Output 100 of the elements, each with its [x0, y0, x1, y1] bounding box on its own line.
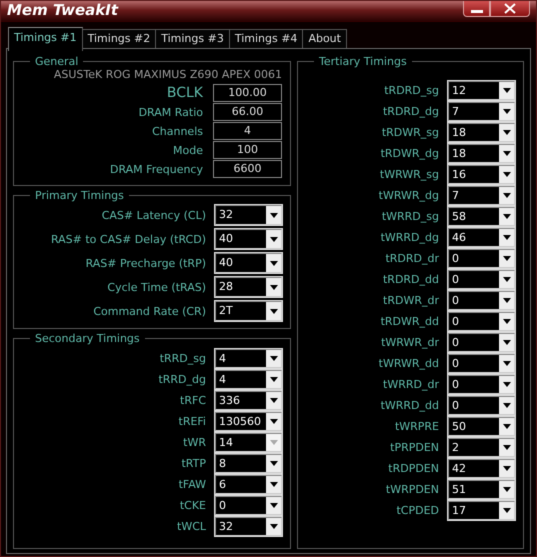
timing-label: tRDWR_dr	[383, 294, 439, 307]
dropdown[interactable]: 0	[215, 496, 282, 515]
dropdown[interactable]: 0	[448, 312, 515, 331]
dropdown[interactable]: 7	[448, 186, 515, 205]
tab[interactable]: Timings #4	[230, 29, 304, 49]
dropdown[interactable]: 7	[448, 102, 515, 121]
tab[interactable]: Timings #1	[8, 27, 83, 51]
value-field: 6600	[213, 160, 282, 178]
dropdown[interactable]: 40	[215, 253, 282, 273]
timing-label: tRDRD_dg	[382, 105, 439, 118]
timing-label: tWRWR_sg	[380, 168, 439, 181]
minimize-button[interactable]	[463, 1, 490, 17]
value-field: 100	[213, 141, 282, 159]
dropdown[interactable]: 17	[448, 501, 515, 520]
dropdown[interactable]: 32	[215, 517, 282, 536]
dropdown[interactable]: 42	[448, 459, 515, 478]
timing-label: tWRRD_sg	[382, 210, 439, 223]
close-button[interactable]	[490, 1, 530, 17]
tab[interactable]: Timings #3	[156, 29, 230, 49]
timing-label: tRDWR_sg	[382, 126, 439, 139]
field-label: DRAM Ratio	[138, 106, 203, 118]
caret-icon	[502, 256, 510, 261]
dropdown[interactable]: 2T	[215, 301, 282, 321]
dropdown[interactable]: 12	[448, 81, 515, 100]
dropdown[interactable]: 46	[448, 228, 515, 247]
caret-icon	[502, 508, 510, 513]
timing-label: tCKE	[180, 499, 206, 512]
caret-icon	[502, 445, 510, 450]
timing-label: tRDWR_dg	[380, 147, 439, 160]
timing-label: tWRPDEN	[386, 483, 439, 496]
timing-label: tPRPDEN	[390, 441, 439, 454]
caret-icon	[502, 340, 510, 345]
caret-icon	[270, 260, 278, 266]
window-title: Mem TweakIt	[7, 1, 118, 20]
timing-label: tRRD_dg	[158, 373, 206, 386]
dropdown[interactable]: 18	[448, 123, 515, 142]
timing-label: CAS# Latency (CL)	[102, 208, 206, 222]
timing-label: Cycle Time (tRAS)	[107, 280, 206, 294]
dropdown[interactable]: 6	[215, 475, 282, 494]
field-label: BCLK	[166, 85, 203, 101]
dropdown[interactable]: 8	[215, 454, 282, 473]
caret-icon	[270, 419, 278, 424]
timing-label: tWR	[183, 436, 206, 449]
caret-icon	[502, 298, 510, 303]
dropdown[interactable]: 32	[215, 205, 282, 225]
dropdown[interactable]: 2	[448, 438, 515, 457]
caret-icon	[502, 403, 510, 408]
caret-icon	[270, 356, 278, 361]
timing-label: tWRWR_dg	[378, 189, 439, 202]
dropdown[interactable]: 0	[448, 291, 515, 310]
group-title: Secondary Timings	[34, 332, 141, 345]
dropdown[interactable]: 336	[215, 391, 282, 410]
dropdown[interactable]: 51	[448, 480, 515, 499]
caret-icon	[502, 277, 510, 282]
dropdown[interactable]: 58	[448, 207, 515, 226]
caret-icon	[270, 284, 278, 290]
field-label: Channels	[152, 124, 203, 138]
dropdown[interactable]: 16	[448, 165, 515, 184]
timing-label: tRDRD_dd	[382, 273, 439, 286]
dropdown[interactable]: 0	[448, 375, 515, 394]
dropdown[interactable]: 4	[215, 370, 282, 389]
dropdown[interactable]: 0	[448, 354, 515, 373]
group-title: Tertiary Timings	[318, 55, 408, 68]
caret-icon	[502, 319, 510, 324]
caret-icon	[502, 193, 510, 198]
timing-label: tRDRD_dr	[385, 252, 439, 265]
dropdown[interactable]: 0	[448, 333, 515, 352]
dropdown[interactable]: 50	[448, 417, 515, 436]
field-label: Mode	[173, 144, 203, 156]
tab[interactable]: Timings #2	[82, 29, 156, 49]
dropdown[interactable]: 0	[448, 270, 515, 289]
timing-label: tRDWR_dd	[380, 315, 439, 328]
timing-label: Command Rate (CR)	[93, 304, 206, 318]
timing-label: tWRRD_dg	[380, 231, 439, 244]
caret-icon	[270, 398, 278, 403]
dropdown[interactable]: 18	[448, 144, 515, 163]
timing-label: tRRD_sg	[160, 352, 206, 365]
timing-label: tWRRD_dr	[383, 378, 439, 391]
caret-icon	[502, 88, 510, 93]
dropdown[interactable]: 0	[448, 396, 515, 415]
dropdown[interactable]: 4	[215, 349, 282, 368]
timing-label: tFAW	[178, 478, 206, 491]
tab[interactable]: About	[303, 29, 347, 49]
dropdown[interactable]: 28	[215, 277, 282, 297]
dropdown[interactable]: 40	[215, 229, 282, 249]
group-title: Primary Timings	[34, 189, 125, 202]
dropdown[interactable]: 0	[448, 249, 515, 268]
caret-icon	[270, 524, 278, 529]
value-field: 4	[213, 122, 282, 140]
timing-label: tRDPDEN	[388, 462, 439, 475]
group-title: General	[34, 55, 80, 68]
caret-icon	[502, 382, 510, 387]
timing-label: tRFC	[180, 394, 206, 407]
minimize-icon	[470, 10, 482, 13]
timing-label: tWRRD_dd	[380, 399, 439, 412]
dropdown[interactable]: 130560	[215, 412, 282, 431]
caret-icon	[270, 236, 278, 242]
timing-label: tRDRD_sg	[384, 84, 439, 97]
caret-icon	[502, 214, 510, 219]
timing-label: tREFi	[178, 415, 206, 428]
